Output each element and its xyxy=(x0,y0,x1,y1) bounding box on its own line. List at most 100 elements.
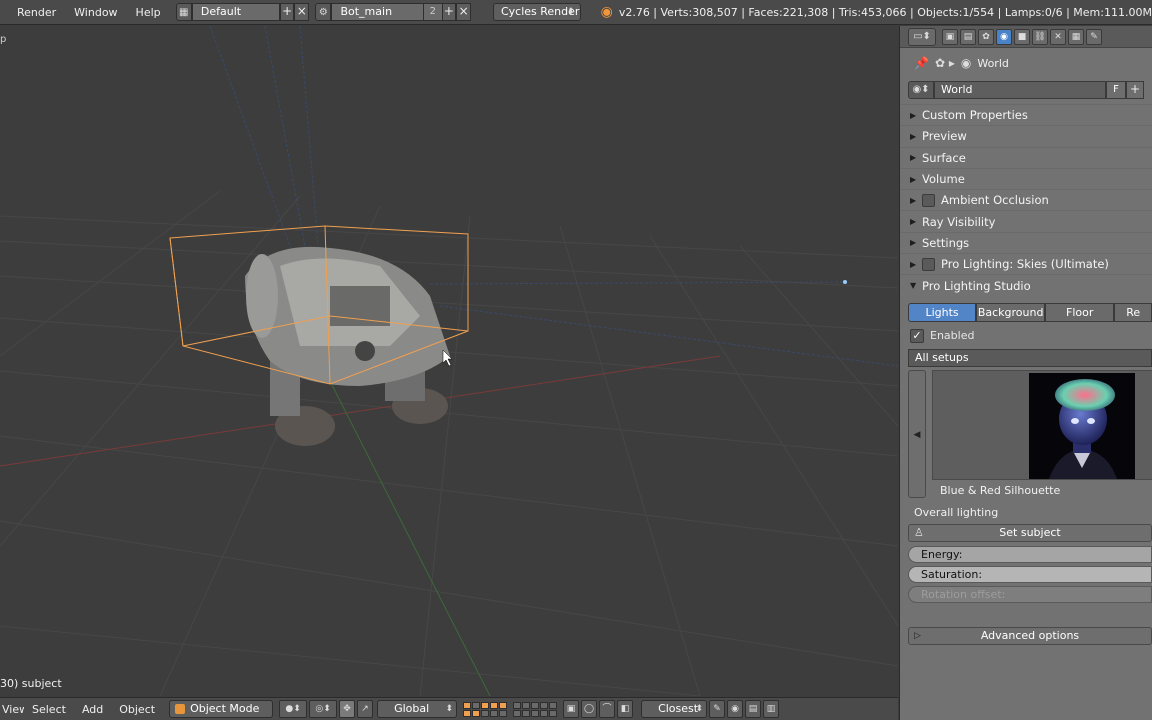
render-preview-icon[interactable]: ✎ xyxy=(709,700,726,718)
set-subject-button[interactable]: ♙ Set subject xyxy=(908,523,1152,542)
overall-lighting-label: Overall lighting xyxy=(914,505,999,519)
screen-layout-field[interactable]: Default xyxy=(191,3,280,21)
section-ambient-occlusion[interactable]: ▶ Ambient Occlusion xyxy=(900,189,1152,210)
add-world-button[interactable]: + xyxy=(1126,81,1144,99)
section-pro-lighting-skies[interactable]: ▶ Pro Lighting: Skies (Ultimate) xyxy=(900,253,1152,274)
collapse-triangle-icon: ▶ xyxy=(910,217,917,227)
menu-view[interactable]: View xyxy=(0,703,24,716)
scene-name-field[interactable]: Bot_main xyxy=(331,3,425,21)
world-browse-icon[interactable]: ◉⬍ xyxy=(908,81,934,99)
pin-icon[interactable]: 📌 xyxy=(914,56,929,70)
preview-prev-arrow-icon[interactable]: ◀ xyxy=(908,369,926,498)
layers-context-icon[interactable]: ▤ xyxy=(960,28,976,45)
world-datablock-row: ◉⬍ World F + xyxy=(908,81,1152,99)
collapse-triangle-icon: ▶ xyxy=(910,238,917,248)
energy-slider[interactable]: Energy: xyxy=(908,545,1152,563)
scene-context-icon[interactable]: ✿ xyxy=(978,28,994,45)
mode-dropdown[interactable]: Object Mode xyxy=(169,700,274,718)
panel-sections: ▶ Custom Properties ▶ Preview ▶ Surface ▶ Vo… xyxy=(900,104,1152,296)
world-icon: ◉ xyxy=(960,56,972,70)
rotation-offset-slider[interactable]: Rotation offset: xyxy=(908,585,1152,603)
breadcrumb-world: World xyxy=(977,56,1009,70)
remove-scene-button[interactable]: × xyxy=(456,3,471,21)
layer-buttons-2[interactable] xyxy=(513,701,558,717)
snap-element-icon[interactable]: ◧ xyxy=(617,700,634,718)
enabled-label: Enabled xyxy=(930,329,975,343)
add-screen-button[interactable]: + xyxy=(279,3,295,21)
object-context-icon[interactable]: ■ xyxy=(1014,28,1030,45)
ambient-occlusion-checkbox[interactable] xyxy=(922,193,935,207)
properties-context-bar: ▭⬍ ▣ ▤ ✿ ◉ ■ ⛓ ✕ ▦ ✎ xyxy=(900,26,1152,48)
pro-lighting-skies-checkbox[interactable] xyxy=(922,257,935,271)
render-image-icon[interactable]: ▤ xyxy=(745,700,762,718)
menu-window[interactable]: Window xyxy=(65,0,126,24)
render-context-icon[interactable]: ▣ xyxy=(942,28,958,45)
translate-icon[interactable]: ↗ xyxy=(357,700,374,718)
tab-background[interactable]: Background xyxy=(976,302,1046,322)
shading-dropdown-icon[interactable]: ●⬍ xyxy=(279,700,308,718)
texture-context-icon[interactable]: ▦ xyxy=(1068,28,1084,45)
disclosure-triangle-icon: ▷ xyxy=(914,630,921,641)
preview-thumbnail[interactable] xyxy=(1029,372,1135,479)
collapse-triangle-icon: ▶ xyxy=(910,259,917,269)
y-axis-line xyxy=(329,380,491,696)
tab-render[interactable]: Re xyxy=(1114,302,1152,322)
floor-grid xyxy=(0,190,898,696)
viewport-scene xyxy=(0,26,898,696)
snap-toggle-icon[interactable]: ⌒ xyxy=(599,700,616,718)
menu-help[interactable]: Help xyxy=(127,0,170,24)
menu-render[interactable]: Render xyxy=(0,0,65,24)
orientation-dropdown[interactable]: Global xyxy=(377,700,458,718)
render-icon[interactable]: ◉ xyxy=(727,700,744,718)
manipulator-toggle-icon[interactable]: ✥ xyxy=(339,700,356,718)
viewport-header: View Select Add Object Object Mode ●⬍ ◎⬍… xyxy=(0,697,898,720)
section-volume[interactable]: ▶ Volume xyxy=(900,167,1152,189)
saturation-slider[interactable]: Saturation: xyxy=(908,565,1152,583)
pivot-dropdown-icon[interactable]: ◎⬍ xyxy=(309,700,338,718)
section-surface[interactable]: ▶ Surface xyxy=(900,146,1152,168)
layer-buttons[interactable] xyxy=(463,701,508,717)
editor-type-icon[interactable]: ▭⬍ xyxy=(908,27,936,46)
collapse-triangle-icon: ▶ xyxy=(910,153,917,163)
world-name-field[interactable]: World xyxy=(934,81,1106,99)
fake-user-button[interactable]: F xyxy=(1106,81,1126,99)
render-animation-icon[interactable]: ▥ xyxy=(763,700,780,718)
3d-viewport[interactable]: p 30) subject xyxy=(0,26,898,696)
lamp-point[interactable] xyxy=(843,280,847,284)
proportional-edit-icon[interactable]: ◯ xyxy=(581,700,598,718)
section-custom-properties[interactable]: ▶ Custom Properties xyxy=(900,104,1152,125)
lighting-preview: ◀ Blue & Red Silhouette xyxy=(908,369,1152,498)
scene-icon[interactable]: ⚙ xyxy=(315,3,332,21)
modifiers-context-icon[interactable]: ✕ xyxy=(1050,28,1066,45)
constraints-context-icon[interactable]: ⛓ xyxy=(1032,28,1048,45)
enabled-checkbox[interactable]: ✓ xyxy=(910,328,924,343)
preview-caption: Blue & Red Silhouette xyxy=(940,483,1061,497)
advanced-options-button[interactable]: ▷ Advanced options xyxy=(908,626,1152,645)
snap-target-dropdown[interactable]: Closest xyxy=(641,700,708,718)
collapse-triangle-icon: ▶ xyxy=(910,195,917,205)
menu-add[interactable]: Add xyxy=(74,703,111,716)
tab-floor[interactable]: Floor xyxy=(1045,302,1115,322)
tab-lights[interactable]: Lights xyxy=(908,302,977,322)
scene-stats: v2.76 | Verts:308,507 | Faces:221,308 | … xyxy=(618,5,1152,19)
remove-screen-button[interactable]: × xyxy=(294,3,310,21)
preview-area[interactable] xyxy=(932,369,1152,480)
section-ray-visibility[interactable]: ▶ Ray Visibility xyxy=(900,210,1152,231)
world-context-icon[interactable]: ◉ xyxy=(996,28,1012,45)
lock-layer-icon[interactable]: ▣ xyxy=(563,700,580,718)
section-pro-lighting-studio[interactable]: ▼ Pro Lighting Studio xyxy=(900,274,1152,295)
studio-tabs: Lights Background Floor Re xyxy=(908,302,1152,322)
expand-triangle-icon: ▼ xyxy=(910,281,917,291)
render-engine-dropdown[interactable]: Cycles Render xyxy=(492,3,581,21)
section-preview[interactable]: ▶ Preview xyxy=(900,125,1152,146)
breadcrumb: 📌 ✿ ▸ ◉ World xyxy=(900,48,1152,78)
section-settings[interactable]: ▶ Settings xyxy=(900,231,1152,253)
enabled-row: ✓ Enabled xyxy=(910,325,1152,347)
screen-layout-icon[interactable]: ▦ xyxy=(175,3,192,21)
setups-dropdown[interactable]: All setups xyxy=(908,348,1152,367)
particles-context-icon[interactable]: ✎ xyxy=(1086,28,1102,45)
add-scene-button[interactable]: + xyxy=(441,3,457,21)
menu-object[interactable]: Object xyxy=(111,703,163,716)
menu-select[interactable]: Select xyxy=(24,703,74,716)
collapse-triangle-icon: ▶ xyxy=(910,131,917,141)
